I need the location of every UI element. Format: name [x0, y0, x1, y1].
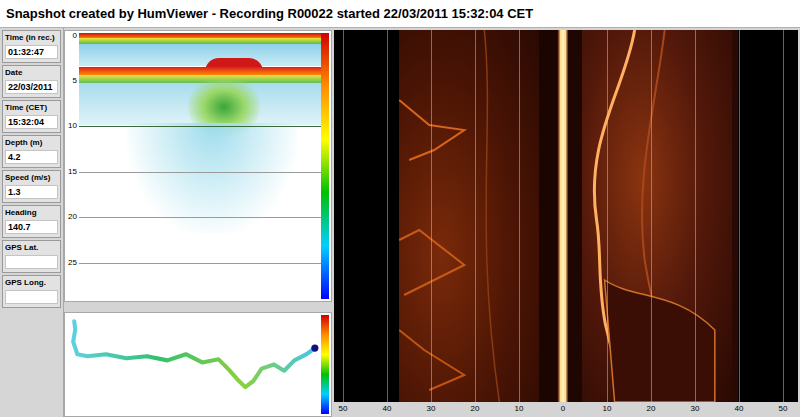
depth-tick: 25 — [68, 258, 77, 268]
readout-label: Time (CET) — [5, 103, 58, 113]
readout-sidebar: Time (in rec.) 01:32:47 Date 22/03/2011 Time… — [0, 28, 64, 417]
down-imaging-panel: 0 5 10 15 20 25 — [64, 30, 332, 302]
readout-box: Time (CET) 15:32:04 — [2, 100, 61, 133]
title-bar: Snapshot created by HumViewer - Recordin… — [0, 0, 800, 28]
range-tick: 20 — [647, 404, 656, 414]
range-axis: 50 40 30 20 10 0 10 20 30 40 50 — [334, 402, 798, 417]
range-tick: 50 — [779, 404, 788, 414]
range-tick: 40 — [735, 404, 744, 414]
depth-tick: 5 — [73, 76, 77, 86]
readout-value: 22/03/2011 — [5, 80, 58, 94]
depth-tick: 15 — [68, 167, 77, 177]
readout-value — [5, 290, 58, 304]
depth-tick: 20 — [68, 212, 77, 222]
depth-tick: 10 — [68, 121, 77, 131]
readout-label: Date — [5, 68, 58, 78]
side-imaging-view — [334, 30, 798, 402]
readout-value: 01:32:47 — [5, 45, 58, 59]
color-scale — [321, 315, 329, 414]
readout-box: Date 22/03/2011 — [2, 65, 61, 98]
readout-label: Depth (m) — [5, 138, 58, 148]
app-window: Snapshot created by HumViewer - Recordin… — [0, 0, 800, 417]
range-tick: 10 — [603, 404, 612, 414]
range-tick: 50 — [339, 404, 348, 414]
readout-box: GPS Lat. — [2, 240, 61, 273]
readout-value: 15:32:04 — [5, 115, 58, 129]
range-tick: 30 — [427, 404, 436, 414]
readout-value: 140.7 — [5, 220, 58, 234]
readout-label: Time (in rec.) — [5, 33, 58, 43]
depth-tick: 0 — [73, 31, 77, 41]
depth-axis: 0 5 10 15 20 25 — [65, 31, 79, 301]
readout-label: GPS Long. — [5, 278, 58, 288]
readout-value: 1.3 — [5, 185, 58, 199]
readout-box: Speed (m/s) 1.3 — [2, 170, 61, 203]
down-imaging-view — [79, 31, 321, 301]
readout-box: GPS Long. — [2, 275, 61, 308]
track-map-panel — [64, 312, 332, 417]
range-tick: 30 — [691, 404, 700, 414]
readout-box: Time (in rec.) 01:32:47 — [2, 30, 61, 63]
range-tick: 10 — [515, 404, 524, 414]
track-map — [65, 313, 321, 416]
readout-box: Depth (m) 4.2 — [2, 135, 61, 168]
side-imaging-panel: 50 40 30 20 10 0 10 20 30 40 50 — [332, 28, 800, 417]
window-title: Snapshot created by HumViewer - Recordin… — [6, 4, 533, 24]
range-tick: 20 — [471, 404, 480, 414]
readout-value: 4.2 — [5, 150, 58, 164]
color-scale — [321, 33, 329, 299]
readout-label: Speed (m/s) — [5, 173, 58, 183]
range-tick: 0 — [561, 404, 565, 414]
readout-box: Heading 140.7 — [2, 205, 61, 238]
left-column: 0 5 10 15 20 25 — [64, 28, 332, 417]
readout-label: GPS Lat. — [5, 243, 58, 253]
readout-label: Heading — [5, 208, 58, 218]
range-tick: 40 — [383, 404, 392, 414]
readout-value — [5, 255, 58, 269]
